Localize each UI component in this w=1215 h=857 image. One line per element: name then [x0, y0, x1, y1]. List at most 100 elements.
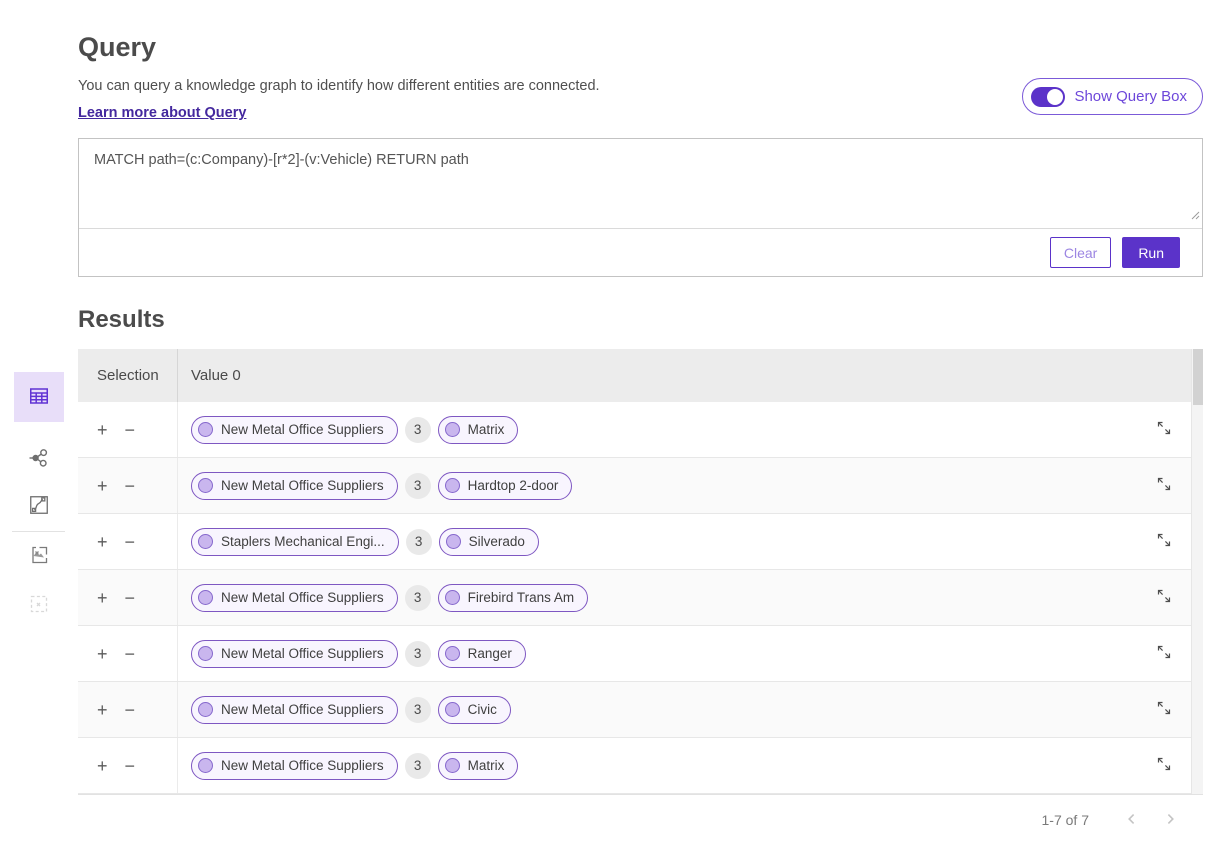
- source-vertex-label: New Metal Office Suppliers: [221, 422, 384, 437]
- learn-more-link[interactable]: Learn more about Query: [78, 105, 246, 121]
- expand-diagonal-icon: [1155, 755, 1173, 776]
- remove-selection-button[interactable]: −: [125, 757, 136, 775]
- table-scrollbar[interactable]: [1191, 349, 1203, 794]
- query-footer: Clear Run: [79, 229, 1202, 276]
- remove-selection-button[interactable]: −: [125, 533, 136, 551]
- vertex-dot-icon: [445, 646, 460, 661]
- edge-count-badge[interactable]: 3: [405, 585, 431, 611]
- table-row: + − New Metal Office Suppliers 3 Matrix: [78, 402, 1203, 458]
- edge-count-badge[interactable]: 3: [405, 473, 431, 499]
- add-selection-button[interactable]: +: [97, 589, 108, 607]
- target-vertex-pill[interactable]: Matrix: [438, 752, 519, 780]
- target-vertex-label: Civic: [468, 702, 497, 717]
- selection-cell: + −: [78, 626, 178, 681]
- add-selection-button[interactable]: +: [97, 421, 108, 439]
- target-vertex-label: Ranger: [468, 646, 512, 661]
- previous-page-button[interactable]: [1113, 802, 1151, 838]
- selection-cell: + −: [78, 458, 178, 513]
- graph-network-icon: [27, 446, 51, 473]
- next-page-button[interactable]: [1151, 802, 1189, 838]
- run-button[interactable]: Run: [1122, 237, 1180, 268]
- table-view-button[interactable]: [14, 372, 64, 422]
- page-description: You can query a knowledge graph to ident…: [78, 78, 600, 94]
- expand-diagonal-icon: [1155, 699, 1173, 720]
- add-selection-button[interactable]: +: [97, 477, 108, 495]
- expand-row-button[interactable]: [1151, 695, 1177, 724]
- clear-button[interactable]: Clear: [1050, 237, 1111, 268]
- graph-view-button[interactable]: [14, 447, 64, 471]
- pagination-bar: 1-7 of 7: [78, 794, 1203, 845]
- remove-selection-button[interactable]: −: [125, 645, 136, 663]
- selection-box-icon: [27, 592, 51, 619]
- results-table-header: Selection Value 0: [78, 349, 1203, 402]
- vertex-dot-icon: [198, 422, 213, 437]
- value-cell: New Metal Office Suppliers 3 Firebird Tr…: [178, 570, 1191, 625]
- expand-row-button[interactable]: [1151, 639, 1177, 668]
- edge-count-badge[interactable]: 3: [405, 753, 431, 779]
- query-input[interactable]: MATCH path=(c:Company)-[r*2]-(v:Vehicle)…: [79, 139, 1202, 229]
- edge-count-badge[interactable]: 3: [406, 529, 432, 555]
- target-vertex-pill[interactable]: Hardtop 2-door: [438, 472, 573, 500]
- value-cell: New Metal Office Suppliers 3 Matrix: [178, 402, 1191, 457]
- target-vertex-pill[interactable]: Ranger: [438, 640, 526, 668]
- toggle-switch-on-icon[interactable]: [1031, 87, 1065, 107]
- source-vertex-pill[interactable]: New Metal Office Suppliers: [191, 416, 398, 444]
- target-vertex-label: Matrix: [468, 758, 505, 773]
- source-vertex-pill[interactable]: New Metal Office Suppliers: [191, 472, 398, 500]
- source-vertex-pill[interactable]: New Metal Office Suppliers: [191, 640, 398, 668]
- table-row: + − New Metal Office Suppliers 3 Matrix: [78, 738, 1203, 794]
- show-query-box-toggle[interactable]: Show Query Box: [1022, 78, 1203, 115]
- selection-cell: + −: [78, 514, 178, 569]
- vertex-dot-icon: [198, 646, 213, 661]
- path-view-button[interactable]: [14, 494, 64, 518]
- remove-selection-button[interactable]: −: [125, 589, 136, 607]
- query-editor-area: MATCH path=(c:Company)-[r*2]-(v:Vehicle)…: [79, 139, 1202, 229]
- source-vertex-pill[interactable]: Staplers Mechanical Engi...: [191, 528, 399, 556]
- vertex-dot-icon: [198, 534, 213, 549]
- edge-count-badge[interactable]: 3: [405, 641, 431, 667]
- resize-handle-icon[interactable]: [1190, 207, 1200, 225]
- path-map-icon: [27, 493, 51, 520]
- target-vertex-pill[interactable]: Civic: [438, 696, 511, 724]
- edge-count-badge[interactable]: 3: [405, 697, 431, 723]
- expand-row-button[interactable]: [1151, 471, 1177, 500]
- table-row: + − New Metal Office Suppliers 3 Firebir…: [78, 570, 1203, 626]
- remove-selection-button[interactable]: −: [125, 421, 136, 439]
- selection-cell: + −: [78, 402, 178, 457]
- target-vertex-label: Silverado: [469, 534, 525, 549]
- capture-view-button[interactable]: [14, 544, 64, 568]
- remove-selection-button[interactable]: −: [125, 701, 136, 719]
- add-selection-button[interactable]: +: [97, 701, 108, 719]
- source-vertex-pill[interactable]: New Metal Office Suppliers: [191, 584, 398, 612]
- target-vertex-pill[interactable]: Matrix: [438, 416, 519, 444]
- remove-selection-button[interactable]: −: [125, 477, 136, 495]
- expand-row-button[interactable]: [1151, 751, 1177, 780]
- scrollbar-thumb[interactable]: [1193, 349, 1203, 405]
- value-cell: New Metal Office Suppliers 3 Ranger: [178, 626, 1191, 681]
- selection-cell: + −: [78, 738, 178, 793]
- add-selection-button[interactable]: +: [97, 533, 108, 551]
- table-row: + − New Metal Office Suppliers 3 Civic: [78, 682, 1203, 738]
- intro-row: You can query a knowledge graph to ident…: [78, 78, 1203, 122]
- query-panel: MATCH path=(c:Company)-[r*2]-(v:Vehicle)…: [78, 138, 1203, 277]
- add-selection-button[interactable]: +: [97, 645, 108, 663]
- expand-diagonal-icon: [1155, 643, 1173, 664]
- expand-row-button[interactable]: [1151, 415, 1177, 444]
- expand-row-button[interactable]: [1151, 527, 1177, 556]
- target-vertex-pill[interactable]: Firebird Trans Am: [438, 584, 589, 612]
- capture-image-icon: [27, 543, 51, 570]
- main-content: Query You can query a knowledge graph to…: [78, 0, 1203, 845]
- source-vertex-pill[interactable]: New Metal Office Suppliers: [191, 752, 398, 780]
- expand-row-button[interactable]: [1151, 583, 1177, 612]
- target-vertex-pill[interactable]: Silverado: [439, 528, 539, 556]
- add-selection-button[interactable]: +: [97, 757, 108, 775]
- table-row: + − Staplers Mechanical Engi... 3 Silver…: [78, 514, 1203, 570]
- value-column-header: Value 0: [178, 349, 1191, 402]
- source-vertex-pill[interactable]: New Metal Office Suppliers: [191, 696, 398, 724]
- vertex-dot-icon: [198, 590, 213, 605]
- expand-diagonal-icon: [1155, 587, 1173, 608]
- vertex-dot-icon: [445, 702, 460, 717]
- selection-cell: + −: [78, 682, 178, 737]
- edge-count-badge[interactable]: 3: [405, 417, 431, 443]
- value-cell: New Metal Office Suppliers 3 Hardtop 2-d…: [178, 458, 1191, 513]
